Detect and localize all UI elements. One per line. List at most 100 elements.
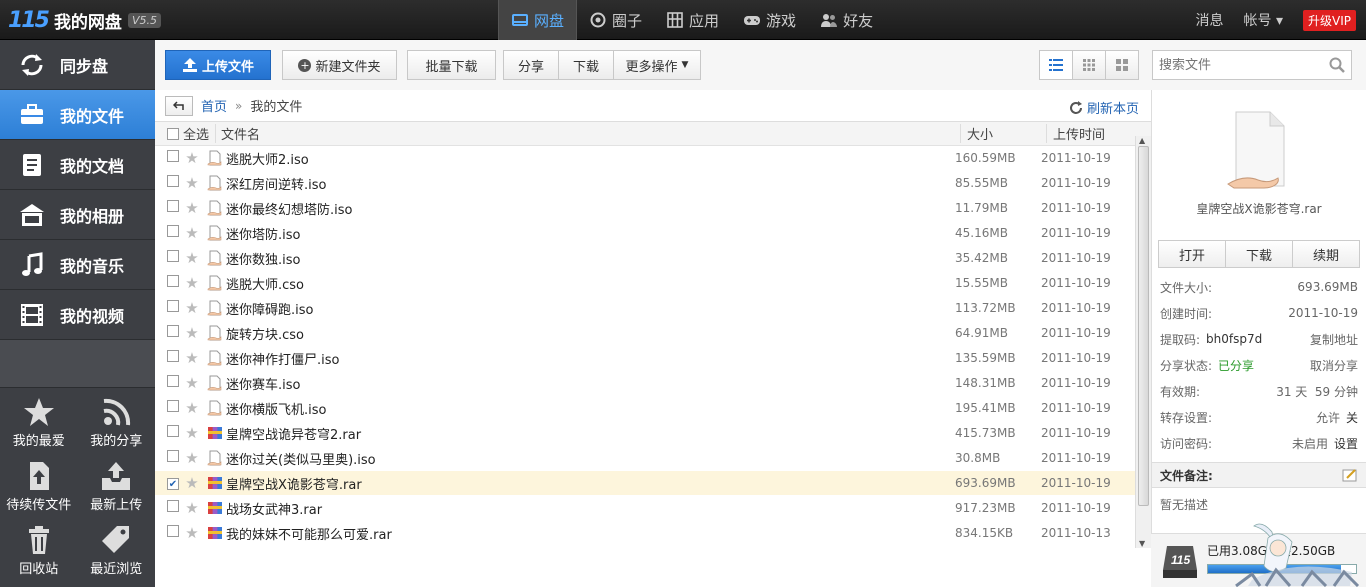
shortcut-my-share[interactable]: 我的分享 [78, 396, 156, 452]
large-icon-view-button[interactable] [1105, 50, 1139, 80]
shortcut-resume-upload[interactable]: 待续传文件 [0, 460, 78, 516]
set-password-button[interactable]: 设置 [1334, 435, 1358, 452]
sidebar-item-sync[interactable]: 同步盘 [0, 40, 155, 90]
file-name[interactable]: 皇牌空战X诡影苍穹.rar [226, 474, 955, 493]
share-button[interactable]: 分享 [503, 50, 559, 80]
table-row[interactable]: ★ 迷你神作打僵尸.iso 135.59MB 2011-10-19 [155, 346, 1151, 371]
star-icon[interactable]: ★ [180, 324, 204, 342]
row-checkbox[interactable] [167, 325, 179, 337]
star-icon[interactable]: ★ [180, 449, 204, 467]
upgrade-vip-button[interactable]: 升级VIP [1303, 9, 1356, 31]
column-header-name[interactable]: 文件名 [215, 124, 960, 143]
sidebar-item-my-music[interactable]: 我的音乐 [0, 240, 155, 290]
row-checkbox[interactable] [167, 200, 179, 212]
logo[interactable]: 115 我的网盘 V5.5 [8, 8, 161, 33]
more-actions-button[interactable]: 更多操作 ▼ [613, 50, 701, 80]
column-header-size[interactable]: 大小 [960, 124, 1046, 143]
file-name[interactable]: 迷你神作打僵尸.iso [226, 349, 955, 368]
tab-friends[interactable]: 好友 [808, 0, 885, 40]
file-name[interactable]: 迷你塔防.iso [226, 224, 955, 243]
file-name[interactable]: 迷你最终幻想塔防.iso [226, 199, 955, 218]
table-row[interactable]: ★ 皇牌空战诡异苍穹2.rar 415.73MB 2011-10-19 [155, 421, 1151, 446]
tab-games[interactable]: 游戏 [731, 0, 808, 40]
small-icon-view-button[interactable] [1072, 50, 1106, 80]
star-icon[interactable]: ★ [180, 499, 204, 517]
file-name[interactable]: 我的妹妹不可能那么可爱.rar [226, 524, 955, 543]
transfer-allow-option[interactable]: 允许 [1316, 409, 1340, 426]
scroll-down-arrow[interactable]: ▼ [1139, 539, 1145, 548]
table-row[interactable]: ★ 迷你赛车.iso 148.31MB 2011-10-19 [155, 371, 1151, 396]
file-name[interactable]: 逃脱大师2.iso [226, 149, 955, 168]
search-input[interactable] [1159, 57, 1329, 73]
row-checkbox[interactable]: ✔ [167, 478, 179, 490]
new-folder-button[interactable]: + 新建文件夹 [282, 50, 397, 80]
file-name[interactable]: 迷你横版飞机.iso [226, 399, 955, 418]
shortcut-recent[interactable]: 最近浏览 [78, 524, 156, 580]
batch-download-button[interactable]: 批量下载 [407, 50, 496, 80]
row-checkbox[interactable] [167, 400, 179, 412]
star-icon[interactable]: ★ [180, 349, 204, 367]
table-row[interactable]: ★ 迷你过关(类似马里奥).iso 30.8MB 2011-10-19 [155, 446, 1151, 471]
row-checkbox[interactable] [167, 525, 179, 537]
shortcut-latest-upload[interactable]: 最新上传 [78, 460, 156, 516]
row-checkbox[interactable] [167, 225, 179, 237]
table-row[interactable]: ★ 迷你塔防.iso 45.16MB 2011-10-19 [155, 221, 1151, 246]
file-name[interactable]: 皇牌空战诡异苍穹2.rar [226, 424, 955, 443]
sidebar-item-my-album[interactable]: 我的相册 [0, 190, 155, 240]
row-checkbox[interactable] [167, 350, 179, 362]
shortcut-recycle-bin[interactable]: 回收站 [0, 524, 78, 580]
table-row[interactable]: ★ 逃脱大师.cso 15.55MB 2011-10-19 [155, 271, 1151, 296]
messages-link[interactable]: 消息 [1196, 10, 1224, 30]
table-row[interactable]: ★ 我的妹妹不可能那么可爱.rar 834.15KB 2011-10-13 [155, 521, 1151, 546]
star-icon[interactable]: ★ [180, 524, 204, 542]
column-header-time[interactable]: 上传时间 [1046, 124, 1136, 143]
star-icon[interactable]: ★ [180, 399, 204, 417]
transfer-close-option[interactable]: 关 [1346, 409, 1358, 426]
sidebar-item-my-documents[interactable]: 我的文档 [0, 140, 155, 190]
sidebar-item-my-files[interactable]: 我的文件 [0, 90, 155, 140]
detail-download-button[interactable]: 下载 [1226, 241, 1293, 267]
file-name[interactable]: 深红房间逆转.iso [226, 174, 955, 193]
copy-link-button[interactable]: 复制地址 [1310, 331, 1358, 348]
row-checkbox[interactable] [167, 175, 179, 187]
star-icon[interactable]: ★ [180, 149, 204, 167]
select-all[interactable]: 全选 [155, 124, 215, 143]
file-name[interactable]: 迷你数独.iso [226, 249, 955, 268]
row-checkbox[interactable] [167, 375, 179, 387]
cancel-share-button[interactable]: 取消分享 [1310, 357, 1358, 374]
scrollbar-thumb[interactable] [1138, 146, 1149, 506]
row-checkbox[interactable] [167, 450, 179, 462]
table-row[interactable]: ★ 深红房间逆转.iso 85.55MB 2011-10-19 [155, 171, 1151, 196]
star-icon[interactable]: ★ [180, 174, 204, 192]
star-icon[interactable]: ★ [180, 249, 204, 267]
row-checkbox[interactable] [167, 500, 179, 512]
search-icon[interactable] [1329, 57, 1345, 73]
star-icon[interactable]: ★ [180, 299, 204, 317]
sidebar-item-my-video[interactable]: 我的视频 [0, 290, 155, 340]
tab-circle[interactable]: 圈子 [577, 0, 654, 40]
table-row[interactable]: ★ 迷你数独.iso 35.42MB 2011-10-19 [155, 246, 1151, 271]
table-row[interactable]: ★ 旋转方块.cso 64.91MB 2011-10-19 [155, 321, 1151, 346]
file-name[interactable]: 逃脱大师.cso [226, 274, 955, 293]
file-name[interactable]: 迷你障碍跑.iso [226, 299, 955, 318]
file-name[interactable]: 旋转方块.cso [226, 324, 955, 343]
table-row[interactable]: ★ 逃脱大师2.iso 160.59MB 2011-10-19 [155, 146, 1151, 171]
select-all-checkbox[interactable] [167, 127, 179, 140]
table-row[interactable]: ★ 战场女武神3.rar 917.23MB 2011-10-19 [155, 496, 1151, 521]
list-view-button[interactable] [1039, 50, 1073, 80]
star-icon[interactable]: ★ [180, 374, 204, 392]
row-checkbox[interactable] [167, 425, 179, 437]
edit-note-icon[interactable] [1342, 468, 1358, 482]
tab-disk[interactable]: 网盘 [498, 0, 578, 40]
shortcut-favorites[interactable]: 我的最爱 [0, 396, 78, 452]
row-checkbox[interactable] [167, 150, 179, 162]
open-button[interactable]: 打开 [1159, 241, 1226, 267]
row-checkbox[interactable] [167, 300, 179, 312]
account-menu[interactable]: 帐号 ▾ [1244, 10, 1283, 30]
vertical-scrollbar[interactable]: ▲ ▼ [1135, 136, 1151, 548]
star-icon[interactable]: ★ [180, 474, 204, 492]
tab-apps[interactable]: 应用 [654, 0, 731, 40]
table-row[interactable]: ✔ ★ 皇牌空战X诡影苍穹.rar 693.69MB 2011-10-19 [155, 471, 1151, 496]
breadcrumb-home[interactable]: 首页 [201, 96, 227, 115]
scroll-up-arrow[interactable]: ▲ [1139, 136, 1145, 145]
